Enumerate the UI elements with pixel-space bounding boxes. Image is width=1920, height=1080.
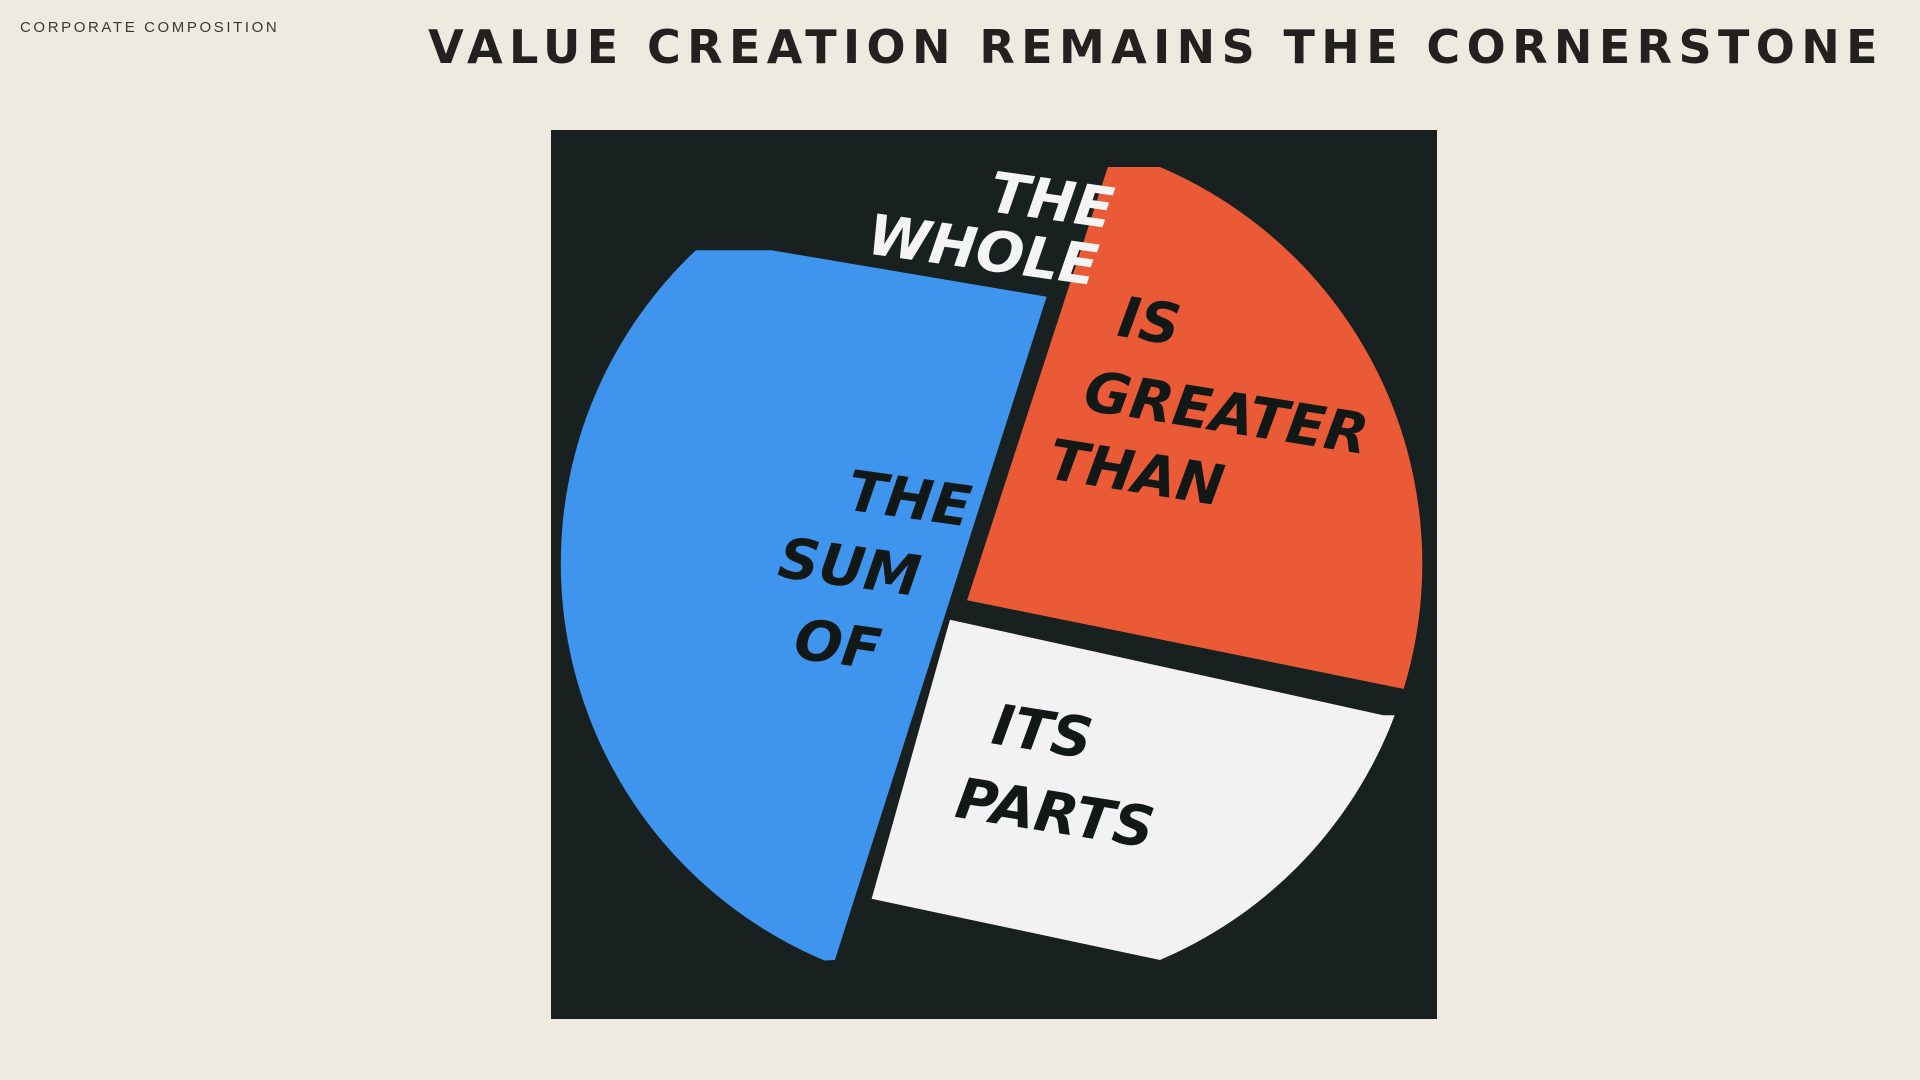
section-kicker: CORPORATE COMPOSITION [20, 19, 280, 36]
pie-illustration: THE WHOLE IS GREATER THAN THE SUM OF ITS… [551, 130, 1437, 1019]
text-of: OF [790, 607, 885, 683]
text-is: IS [1114, 285, 1185, 359]
pie-shirt-image: THE WHOLE IS GREATER THAN THE SUM OF ITS… [551, 130, 1437, 1019]
page-title: VALUE CREATION REMAINS THE CORNERSTONE [428, 20, 1884, 74]
